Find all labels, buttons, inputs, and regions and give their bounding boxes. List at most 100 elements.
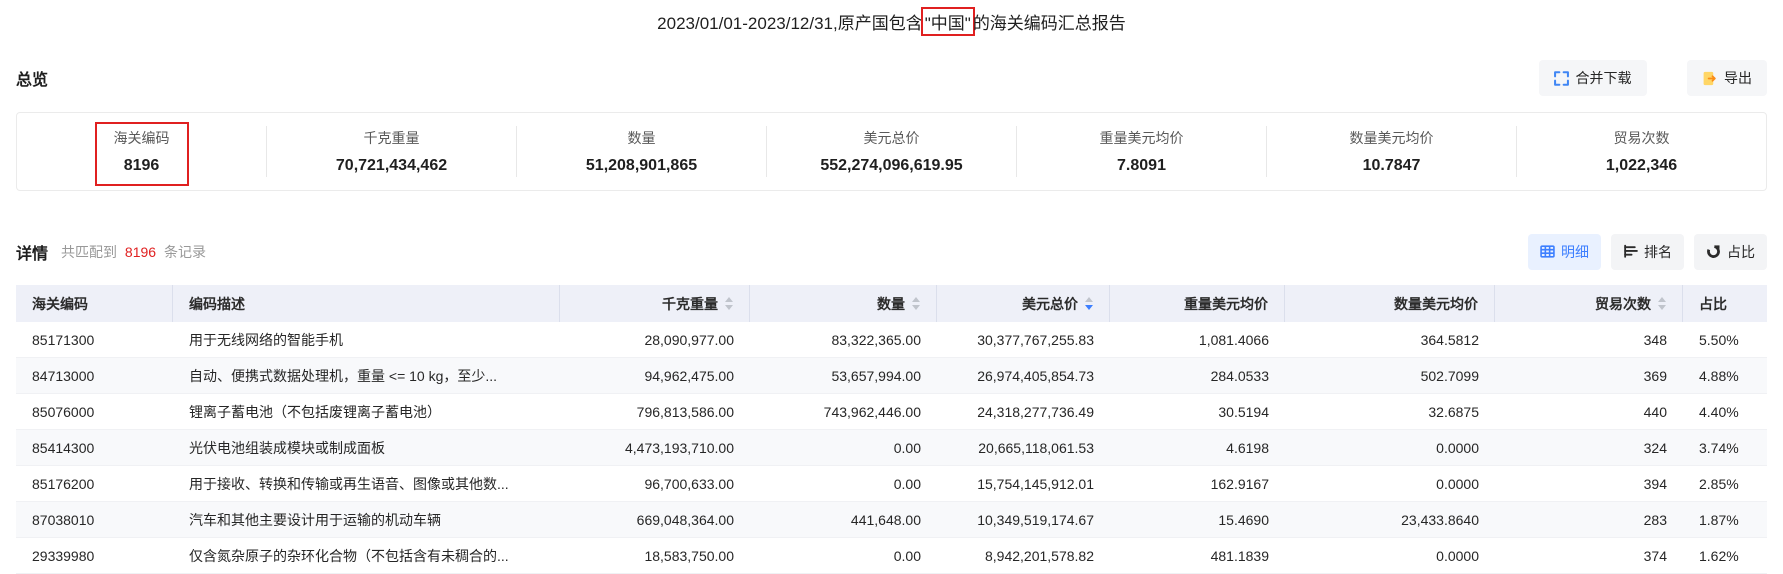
table-cell: 用于无线网络的智能手机 [189,331,343,348]
table-cell: 1.62% [1699,547,1739,564]
stat-label: 重量美元均价 [1099,130,1184,146]
table-cell: 369 [1643,367,1667,384]
tab-proportion[interactable]: 占比 [1694,233,1767,270]
sort-desc-icon[interactable] [1085,305,1093,310]
export-icon [1702,71,1717,86]
stat-label: 美元总价 [863,130,920,146]
column-header-label: 编码描述 [189,295,245,312]
column-header: 重量美元均价 [1110,285,1285,322]
overview-header-row: 总览 合并下载 导出 [16,60,1767,96]
ranking-icon [1623,244,1638,259]
stat-value: 51,208,901,865 [585,157,698,174]
donut-icon [1706,244,1721,259]
sort-asc-icon[interactable] [912,297,920,302]
column-header-label: 千克重量 [662,295,718,312]
stat-value: 7.8091 [1117,157,1166,174]
stat-label: 贸易次数 [1613,130,1670,146]
column-header[interactable]: 美元总价 [937,285,1110,322]
column-header[interactable]: 千克重量 [560,285,750,322]
table-cell: 锂离子蓄电池（不包括废锂离子蓄电池） [189,403,441,420]
table-cell: 4.88% [1699,367,1739,384]
column-header-label: 海关编码 [32,295,88,312]
table-cell: 10,349,519,174.67 [977,511,1094,528]
table-body: 85171300 用于无线网络的智能手机 28,090,977.00 83,322,3… [16,322,1767,574]
tab-label: 明细 [1561,243,1589,260]
table-cell: 796,813,586.00 [636,403,734,420]
table-cell: 1.87% [1699,511,1739,528]
table-cell: 用于接收、转换和传输或再生语音、图像或其他数... [189,475,509,492]
stat-label: 数量 [627,130,656,146]
stat-item: 海关编码 8196 [17,122,267,186]
tab-ranking[interactable]: 排名 [1611,233,1684,270]
sort-carets[interactable] [1658,297,1666,310]
table-cell: 324 [1643,439,1667,456]
tab-label: 排名 [1644,243,1672,260]
table-cell: 23,433.8640 [1401,511,1479,528]
sort-carets[interactable] [725,297,733,310]
sort-desc-icon[interactable] [912,305,920,310]
sort-desc-icon[interactable] [1658,305,1666,310]
customs-table: 海关编码 编码描述 千克重量 数量 美元总价 重量美元均价 数量美元均价 贸易次数 占比 851… [16,285,1767,574]
table-cell: 348 [1643,331,1667,348]
table-cell: 284.0533 [1210,367,1269,384]
column-header-label: 美元总价 [1022,295,1078,312]
stat-value: 70,721,434,462 [335,157,448,174]
table-cell: 96,700,633.00 [644,475,734,492]
table-row: 85076000 锂离子蓄电池（不包括废锂离子蓄电池） 796,813,586.00… [16,394,1767,430]
merge-download-label: 合并下载 [1575,70,1632,86]
stat-item: 美元总价 552,274,096,619.95 [767,126,1017,177]
sort-carets[interactable] [1085,297,1093,310]
table-cell: 光伏电池组装成模块或制成面板 [189,439,385,456]
export-label: 导出 [1724,70,1752,86]
table-cell: 4,473,193,710.00 [625,439,734,456]
detail-heading-group: 详情 共匹配到 8196 条记录 [16,240,206,264]
merge-download-button[interactable]: 合并下载 [1538,60,1647,96]
page-title: 2023/01/01-2023/12/31,原产国包含 "中国" 的海关编码汇总报告 [16,0,1767,36]
table-cell: 15,754,145,912.01 [977,475,1094,492]
title-suffix: 的海关编码汇总报告 [972,14,1126,33]
column-header-label: 重量美元均价 [1184,295,1268,312]
table-cell: 0.00 [893,547,921,564]
table-cell: 743,962,446.00 [823,403,921,420]
sort-desc-icon[interactable] [725,305,733,310]
column-header[interactable]: 贸易次数 [1495,285,1683,322]
table-cell: 0.0000 [1436,475,1479,492]
table-cell: 0.00 [893,439,921,456]
column-header-label: 贸易次数 [1595,295,1651,312]
table-cell: 2.85% [1699,475,1739,492]
table-row: 85176200 用于接收、转换和传输或再生语音、图像或其他数... 96,700,… [16,466,1767,502]
stat-value: 552,274,096,619.95 [820,157,963,174]
title-highlight-text: "中国" [924,14,971,33]
table-cell: 3.74% [1699,439,1739,456]
sort-carets[interactable] [912,297,920,310]
table-cell: 32.6875 [1428,403,1479,420]
table-cell: 162.9167 [1210,475,1269,492]
stat-item: 数量 51,208,901,865 [517,126,767,177]
export-button[interactable]: 导出 [1687,60,1767,96]
column-header: 数量美元均价 [1285,285,1495,322]
column-header: 占比 [1683,285,1767,322]
sort-asc-icon[interactable] [725,297,733,302]
table-cell: 30,377,767,255.83 [977,331,1094,348]
stat-value: 8196 [123,157,160,174]
table-cell: 83,322,365.00 [831,331,921,348]
table-cell: 汽车和其他主要设计用于运输的机动车辆 [189,511,441,528]
table-cell: 自动、便携式数据处理机，重量 <= 10 kg，至少... [189,367,498,384]
table-cell: 669,048,364.00 [636,511,734,528]
tab-label: 占比 [1727,243,1755,260]
sort-asc-icon[interactable] [1658,297,1666,302]
match-suffix: 条记录 [163,243,206,260]
table-cell: 440 [1643,403,1667,420]
stat-item: 千克重量 70,721,434,462 [267,126,517,177]
tab-detail[interactable]: 明细 [1528,233,1601,270]
column-header[interactable]: 数量 [750,285,937,322]
table-cell: 28,090,977.00 [644,331,734,348]
table-cell: 24,318,277,736.49 [977,403,1094,420]
table-cell: 84713000 [32,367,95,384]
stat-item: 重量美元均价 7.8091 [1017,126,1267,177]
sort-asc-icon[interactable] [1085,297,1093,302]
table-row: 84713000 自动、便携式数据处理机，重量 <= 10 kg，至少... 94,… [16,358,1767,394]
table-cell: 0.00 [893,475,921,492]
table-cell: 18,583,750.00 [644,547,734,564]
stat-highlight-annotation: 海关编码 8196 [94,122,189,186]
